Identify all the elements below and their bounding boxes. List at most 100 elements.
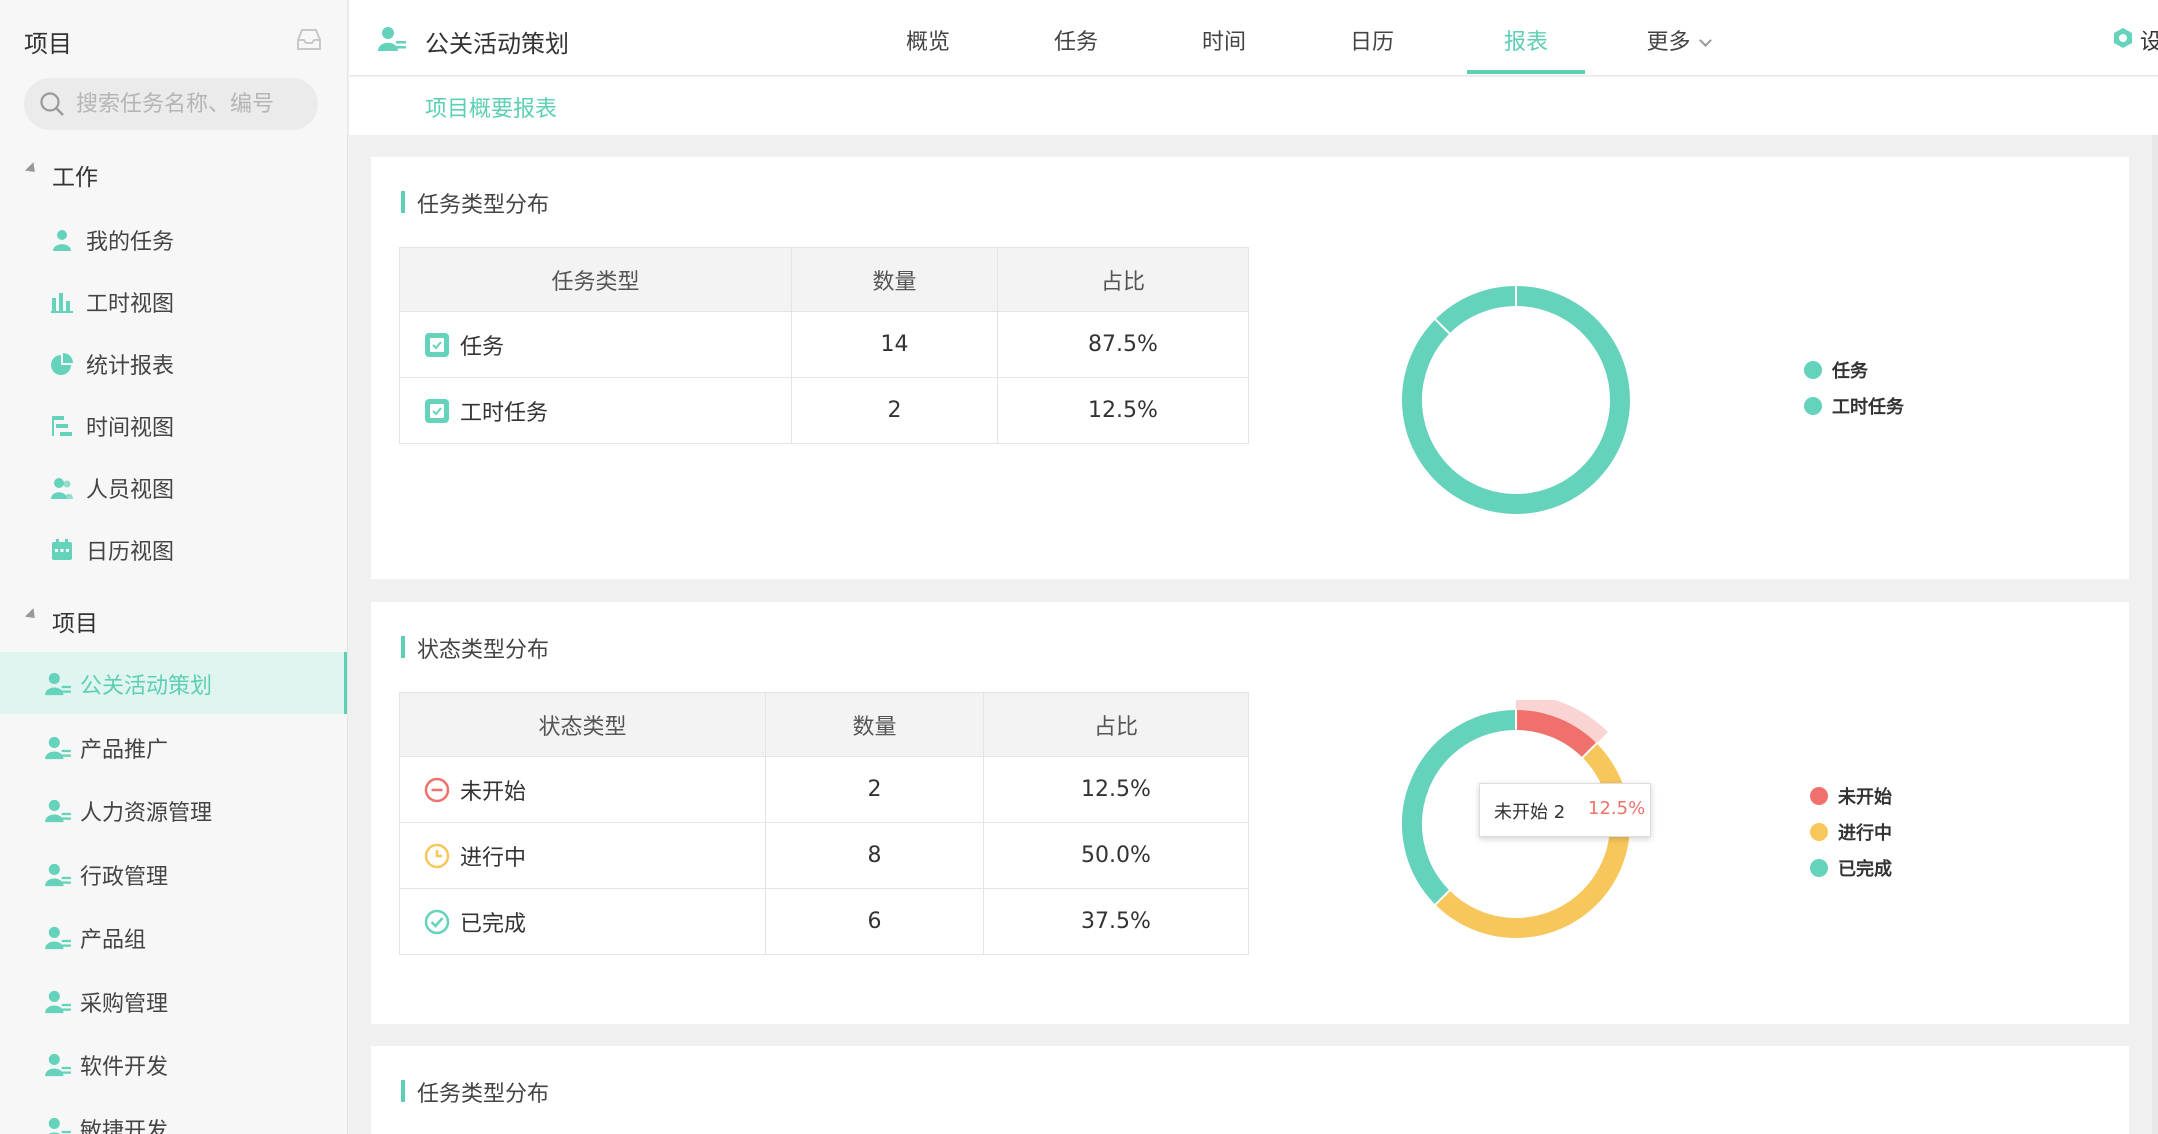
sidebar-project-item[interactable]: 公关活动策划: [0, 652, 347, 714]
nav-calendar-view[interactable]: 日历视图: [0, 518, 347, 580]
table-cell-ratio: 50.0%: [983, 822, 1249, 889]
chevron-down-icon: [1698, 34, 1712, 47]
legend-label: 进行中: [1838, 823, 1892, 844]
table-row: 未开始 2 12.5%: [399, 756, 1249, 823]
table-cell-name: 已完成: [399, 888, 766, 955]
tab-label: 任务: [1053, 30, 1098, 55]
nav-timesheet-view[interactable]: 工时视图: [0, 270, 347, 332]
sidebar-project-item[interactable]: 人力资源管理: [0, 779, 347, 841]
table-row: 已完成 6 37.5%: [399, 888, 1249, 955]
tab-overview[interactable]: 概览: [873, 0, 983, 74]
sidebar-project-item[interactable]: 产品组: [0, 906, 347, 968]
table-row: 工时任务 2 12.5%: [399, 377, 1249, 444]
task-type-table: 任务类型 数量 占比 任务 14 87.5% 工时任务 2 12.5%: [399, 247, 1249, 444]
collapse-triangle-icon: [24, 608, 40, 623]
title-accent-bar: [401, 1080, 405, 1102]
nav-time-view[interactable]: 时间视图: [0, 394, 347, 456]
project-label: 软件开发: [80, 1055, 169, 1080]
panel-title-text: 状态类型分布: [417, 638, 550, 663]
task-type-donut-chart: [1402, 285, 1630, 514]
subnav-project-summary-report[interactable]: 项目概要报表: [425, 91, 557, 123]
table-header-row: 任务类型 数量 占比: [399, 247, 1249, 312]
nav-my-tasks[interactable]: 我的任务: [0, 208, 347, 270]
tab-calendar[interactable]: 日历: [1317, 0, 1427, 74]
tab-label: 日历: [1349, 30, 1394, 55]
tooltip-label: 未开始 2: [1494, 802, 1566, 823]
gear-icon: [2114, 28, 2132, 48]
project-label: 人力资源管理: [80, 801, 213, 826]
project-title-text: 公关活动策划: [425, 30, 569, 58]
legend-label: 任务: [1832, 361, 1868, 382]
nav-label: 统计报表: [86, 354, 175, 379]
project-label: 行政管理: [80, 864, 169, 890]
tab-label: 概览: [905, 30, 950, 55]
tab-more[interactable]: 更多: [1613, 0, 1743, 74]
nav-label: 我的任务: [86, 230, 175, 255]
panel-title-text: 任务类型分布: [417, 1082, 550, 1107]
legend-label: 未开始: [1838, 787, 1892, 808]
nav-label: 日历视图: [86, 540, 175, 565]
completed-check-icon: [424, 909, 450, 934]
nav-label: 时间视图: [86, 416, 175, 441]
sidebar-project-item[interactable]: 行政管理: [0, 843, 347, 905]
status-type-table: 状态类型 数量 占比 未开始 2 12.5% 进行中 8 50.0% 已完成 6…: [399, 692, 1249, 955]
table-header: 数量: [791, 247, 998, 312]
table-header: 状态类型: [399, 692, 766, 757]
table-cell-ratio: 12.5%: [983, 756, 1249, 823]
project-icon: [45, 863, 71, 886]
sidebar-project-item[interactable]: 敏捷开发: [0, 1097, 347, 1134]
inbox-icon[interactable]: [294, 24, 324, 54]
table-cell-count: 2: [765, 756, 984, 823]
tab-label: 报表: [1503, 30, 1548, 55]
donut-slice[interactable]: [1435, 743, 1630, 938]
table-cell-count: 8: [765, 822, 984, 889]
project-label: 敏捷开发: [80, 1118, 169, 1134]
panel-status-type: 状态类型分布 状态类型 数量 占比 未开始 2 12.5% 进行中 8 50.0…: [371, 602, 2129, 1024]
sidebar-project-item[interactable]: 采购管理: [0, 970, 347, 1032]
top-bar: 公关活动策划 概览 任务 时间 日历 报表 更多 设置: [349, 0, 2158, 76]
table-header: 数量: [765, 692, 984, 757]
panel-task-type-2: 任务类型分布: [371, 1046, 2129, 1134]
nav-label: 工时视图: [86, 292, 175, 317]
table-cell-ratio: 87.5%: [997, 311, 1249, 378]
table-cell-count: 2: [791, 377, 998, 444]
search-icon: [40, 92, 64, 116]
table-header: 占比: [983, 692, 1249, 757]
tab-tasks[interactable]: 任务: [1021, 0, 1131, 74]
table-row: 进行中 8 50.0%: [399, 822, 1249, 889]
search-box[interactable]: [24, 78, 318, 130]
sidebar: 项目 工作 我的任务 工时视图 统计报表 时间视图 人员视图 日历视: [0, 0, 348, 1134]
sidebar-title: 项目: [24, 30, 72, 58]
legend-label: 已完成: [1838, 859, 1892, 880]
sidebar-project-item[interactable]: 产品推广: [0, 716, 347, 778]
scrollbar[interactable]: [2152, 135, 2158, 1134]
tab-label: 时间: [1201, 30, 1246, 55]
row-label: 任务: [460, 334, 505, 360]
nav-people-view[interactable]: 人员视图: [0, 456, 347, 518]
tab-reports[interactable]: 报表: [1467, 0, 1585, 74]
calendar-icon: [52, 539, 72, 560]
table-cell-name: 未开始: [399, 756, 766, 823]
nav-statistics-report[interactable]: 统计报表: [0, 332, 347, 394]
table-cell-count: 14: [791, 311, 998, 378]
search-input[interactable]: [76, 88, 306, 120]
table-cell-ratio: 37.5%: [983, 888, 1249, 955]
legend-label: 工时任务: [1832, 397, 1904, 418]
project-icon: [45, 736, 71, 759]
donut-slice[interactable]: [1435, 286, 1517, 334]
chart-tooltip: 未开始 2 12.5%: [1479, 783, 1651, 837]
project-label: 公关活动策划: [80, 674, 213, 699]
tab-time[interactable]: 时间: [1169, 0, 1279, 74]
not-started-icon: [424, 777, 450, 802]
tab-label: 更多: [1646, 30, 1691, 55]
pie-chart-icon: [51, 353, 73, 375]
project-label: 产品推广: [80, 737, 169, 763]
sidebar-project-item[interactable]: 软件开发: [0, 1033, 347, 1095]
title-accent-bar: [401, 636, 405, 658]
collapse-triangle-icon: [24, 162, 40, 177]
settings-label: 设置: [2140, 30, 2158, 55]
sidebar-header: 项目: [24, 22, 324, 58]
legend-dot: [1810, 859, 1828, 877]
row-label: 进行中: [460, 845, 527, 871]
project-icon: [45, 672, 71, 696]
